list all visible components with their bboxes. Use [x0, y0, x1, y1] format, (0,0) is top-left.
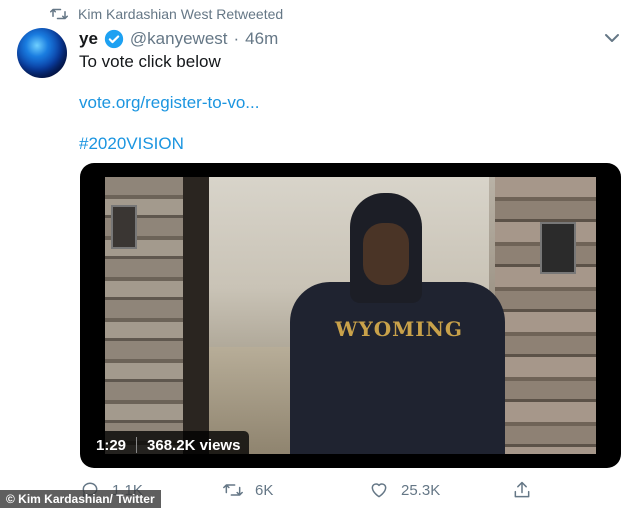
retweet-indicator: Kim Kardashian West Retweeted [50, 6, 283, 22]
like-count: 25.3K [401, 481, 441, 499]
hashtag-link[interactable]: #2020VISION [79, 134, 184, 154]
stone-wall-right [495, 177, 596, 454]
retweet-label[interactable]: Kim Kardashian West Retweeted [78, 6, 283, 22]
wall-sign-right [540, 222, 576, 274]
chevron-down-icon[interactable] [604, 32, 620, 44]
view-count: 368.2K views [147, 436, 241, 454]
divider [136, 437, 138, 453]
retweet-icon [223, 484, 243, 496]
video-frame: WYOMING [105, 177, 596, 454]
tweet-link[interactable]: vote.org/register-to-vo... [79, 93, 259, 113]
retweet-button[interactable]: 6K [223, 480, 273, 500]
shirt-text: WYOMING [335, 317, 464, 341]
photo-credit: © Kim Kardashian/ Twitter [0, 490, 161, 508]
share-button[interactable] [512, 480, 532, 500]
video-stats: 1:29 368.2K views [87, 431, 250, 459]
heart-icon [371, 483, 387, 498]
wall-sign-left [111, 205, 137, 249]
person-face [363, 223, 409, 285]
video-duration: 1:29 [96, 436, 127, 454]
avatar[interactable] [17, 28, 67, 78]
retweet-count: 6K [255, 481, 274, 499]
like-button[interactable]: 25.3K [369, 480, 440, 500]
share-icon [514, 481, 530, 498]
timestamp[interactable]: 46m [245, 29, 278, 49]
retweet-icon [50, 8, 68, 20]
display-name[interactable]: ye [79, 29, 98, 49]
separator-dot: · [233, 29, 240, 48]
handle[interactable]: @kanyewest [130, 29, 228, 49]
pillar [183, 177, 209, 454]
person-body [290, 282, 505, 454]
video-player[interactable]: WYOMING 1:29 368.2K views [80, 163, 621, 468]
verified-badge-icon [104, 29, 124, 49]
tweet-text: To vote click below [79, 52, 221, 71]
tweet-header: ye @kanyewest · 46m [79, 29, 278, 49]
